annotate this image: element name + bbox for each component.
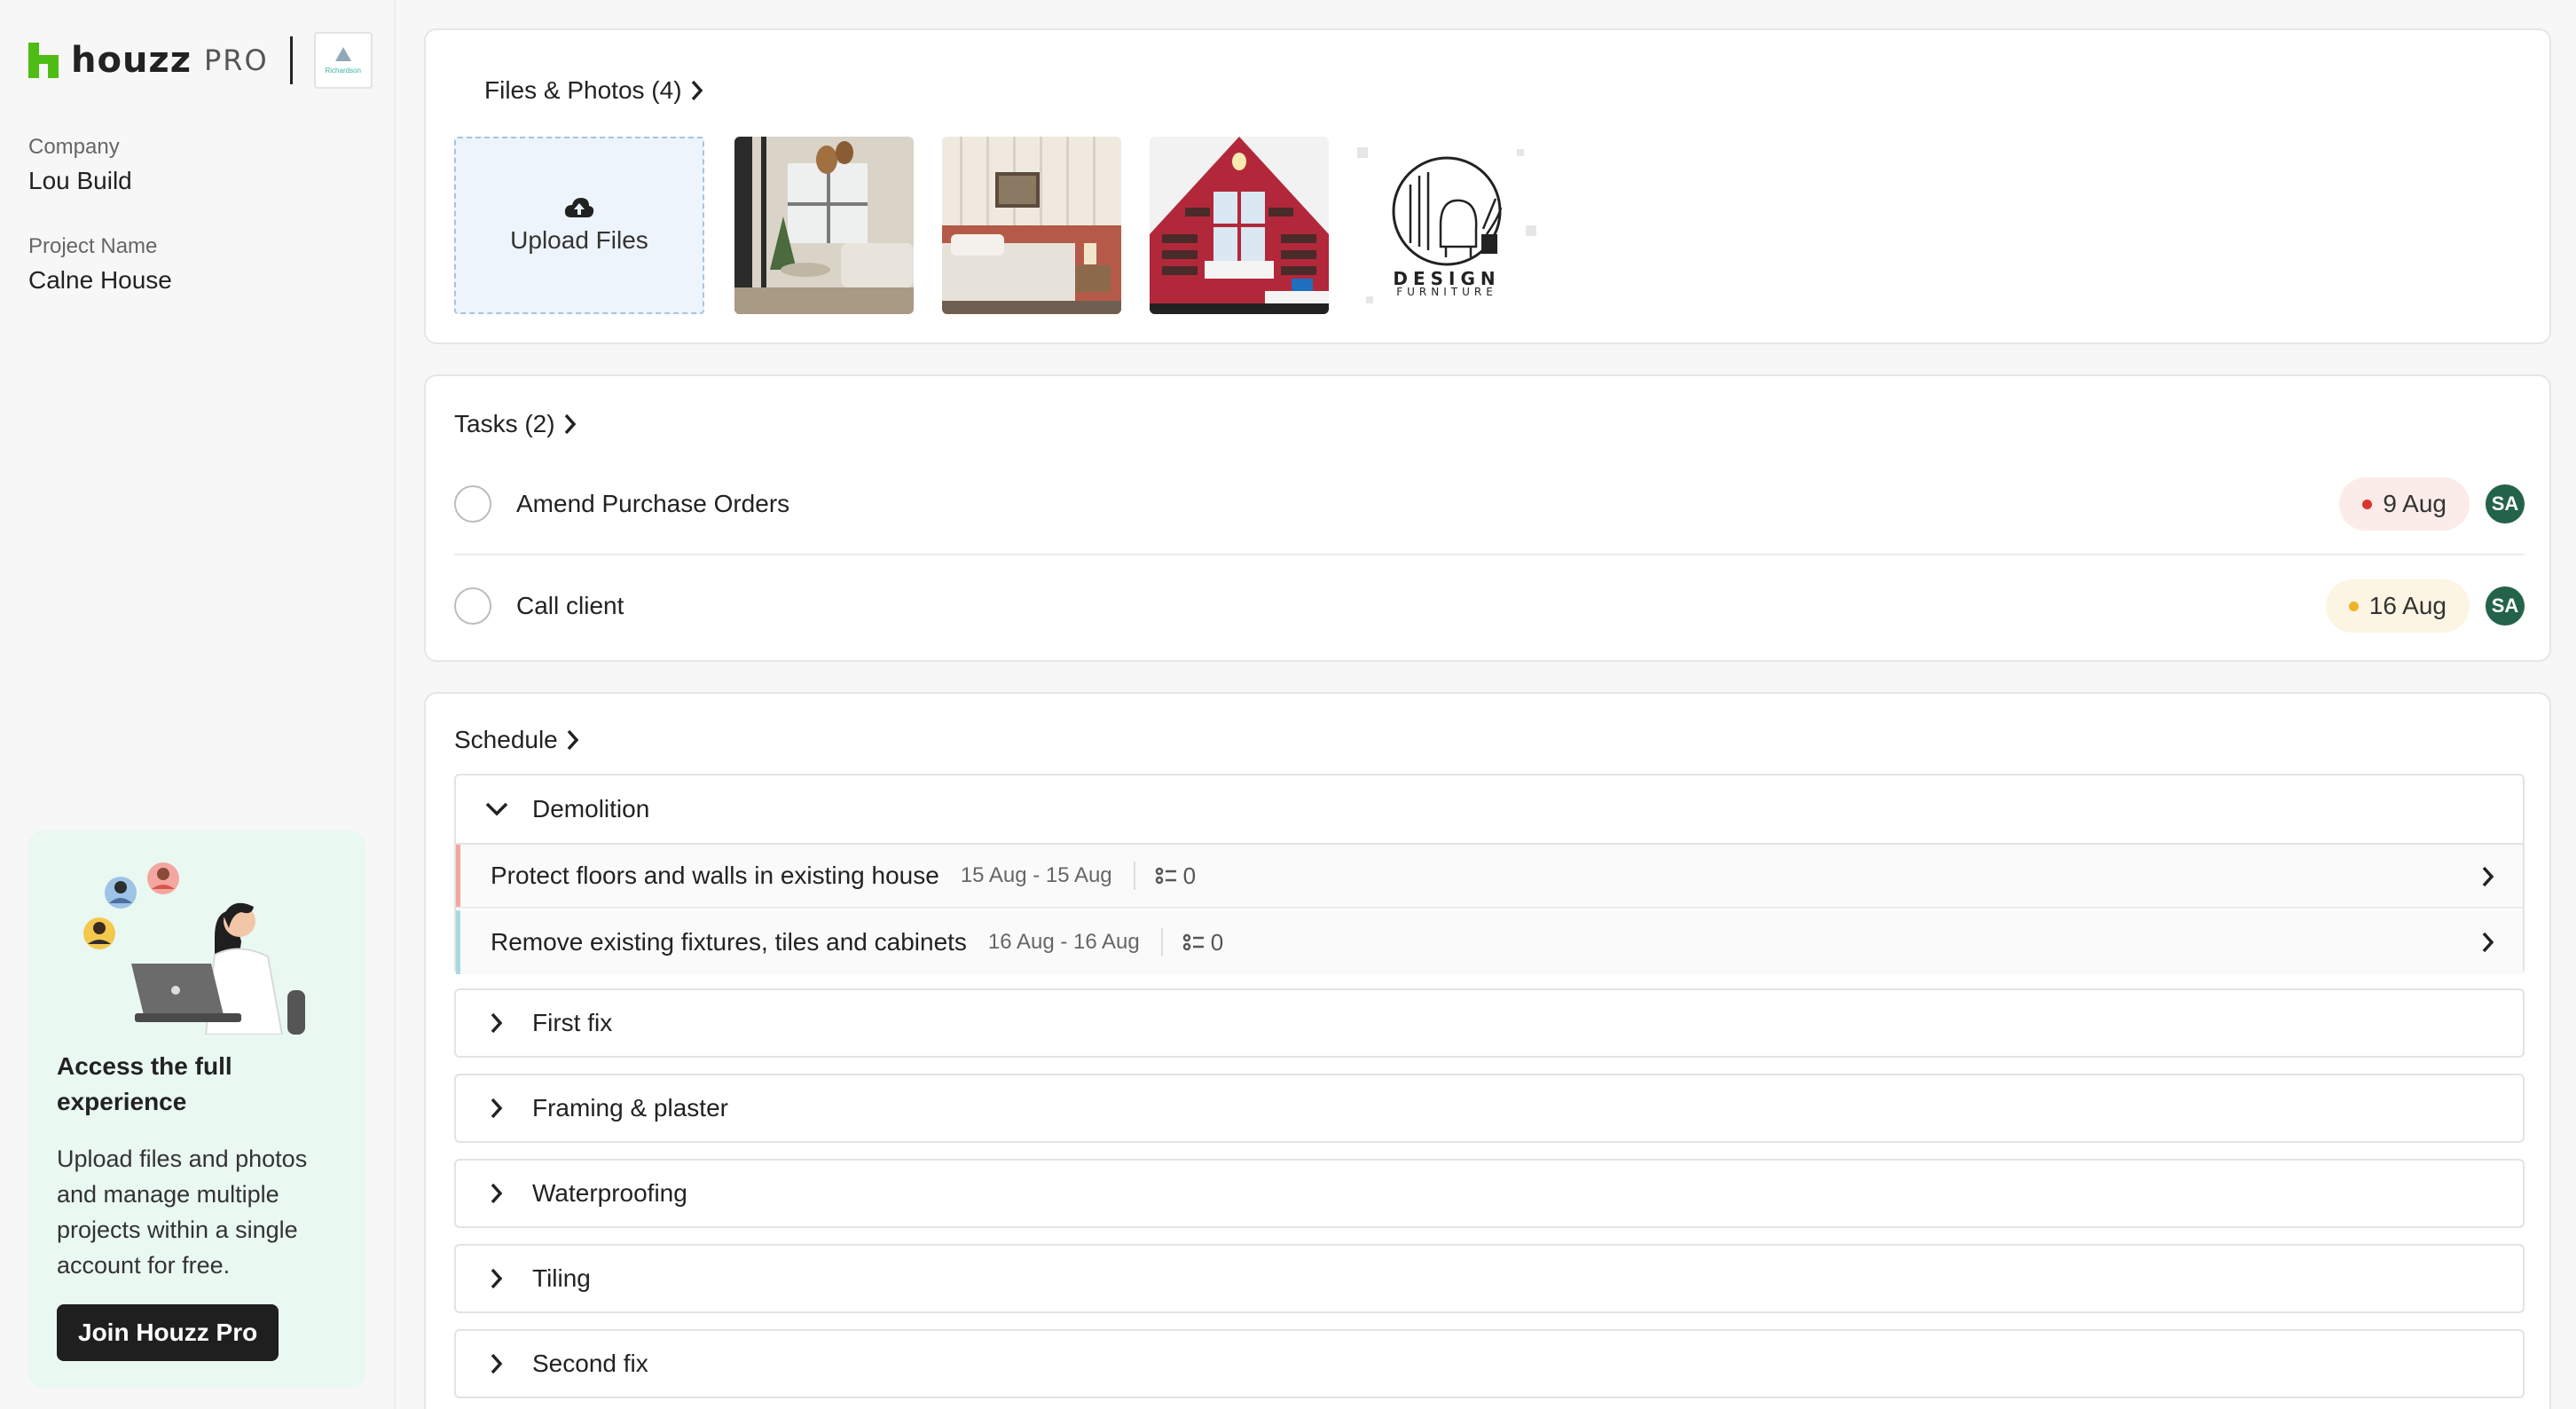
task-name[interactable]: Call client — [516, 592, 2326, 620]
task-row[interactable]: Call client 16 Aug SA — [454, 555, 2525, 657]
brand-header: houzz PRO Richardson — [28, 32, 373, 89]
tasks-header[interactable]: Tasks (2) — [454, 410, 578, 438]
logo-text-furniture: FURNITURE — [1396, 286, 1497, 298]
person-laptop-illustration-icon — [83, 862, 305, 1035]
item-divider — [1133, 862, 1135, 890]
cloud-upload-icon — [564, 198, 594, 217]
files-photos-title: Files & Photos (4) — [484, 76, 682, 104]
task-name[interactable]: Amend Purchase Orders — [516, 490, 2339, 518]
chevron-right-icon — [567, 729, 579, 751]
phase-name: Tiling — [532, 1264, 591, 1292]
sidebar: houzz PRO Richardson Company Lou Build P… — [0, 0, 396, 1409]
promo-card: Access the full experience Upload files … — [28, 830, 365, 1388]
chevron-right-icon — [491, 1353, 503, 1374]
schedule-title: Schedule — [454, 726, 558, 753]
schedule-phase-first-fix[interactable]: First fix — [454, 988, 2525, 1058]
schedule-item[interactable]: Protect floors and walls in existing hou… — [456, 845, 2523, 909]
chevron-right-icon — [564, 413, 576, 435]
task-due-date-badge: 16 Aug — [2325, 579, 2470, 633]
schedule-phase-framing-plaster[interactable]: Framing & plaster — [454, 1074, 2525, 1143]
tasks-card: Tasks (2) Amend Purchase Orders 9 Aug SA… — [424, 374, 2551, 662]
schedule-phase-second-fix[interactable]: Second fix — [454, 1329, 2525, 1398]
chevron-right-icon[interactable] — [2480, 864, 2496, 889]
promo-title: Access the full experience — [57, 1052, 232, 1115]
photo-thumbnail[interactable] — [734, 137, 914, 314]
upcoming-dot-icon — [2348, 601, 2359, 611]
checklist-icon — [1155, 867, 1176, 885]
files-photos-card: Files & Photos (4) Upload Files DESIGN F… — [424, 28, 2551, 344]
phase-name: Second fix — [532, 1350, 648, 1377]
task-row[interactable]: Amend Purchase Orders 9 Aug SA — [454, 454, 2525, 555]
schedule-phase-waterproofing[interactable]: Waterproofing — [454, 1159, 2525, 1228]
photo-thumbnail[interactable] — [1150, 137, 1329, 314]
brand-pro-label: PRO — [204, 43, 269, 77]
schedule-item-dates: 16 Aug - 16 Aug — [987, 930, 1140, 954]
client-logo-icon — [334, 46, 351, 61]
company-label: Company — [28, 135, 120, 159]
schedule-item-name: Protect floors and walls in existing hou… — [491, 862, 939, 889]
item-divider — [1160, 928, 1163, 956]
schedule-item-name: Remove existing fixtures, tiles and cabi… — [491, 928, 967, 956]
join-houzz-pro-button[interactable]: Join Houzz Pro — [57, 1304, 279, 1361]
client-logo: Richardson — [313, 32, 373, 89]
schedule-card: Schedule Demolition Protect floors and w… — [424, 692, 2551, 1409]
item-status-bar — [456, 910, 460, 974]
overdue-dot-icon — [2362, 499, 2373, 509]
subtask-count-value: 0 — [1210, 928, 1224, 956]
phase-header[interactable]: Demolition — [456, 775, 2523, 845]
chevron-right-icon — [491, 1183, 503, 1204]
schedule-item-dates: 15 Aug - 15 Aug — [960, 863, 1112, 887]
files-photos-header[interactable]: Files & Photos (4) — [484, 76, 705, 105]
assignee-avatar[interactable]: SA — [2486, 586, 2525, 626]
task-due-date: 16 Aug — [2368, 592, 2446, 619]
project-name-value: Calne House — [28, 266, 172, 294]
upload-files-label: Upload Files — [510, 226, 648, 254]
houzz-logo-icon[interactable] — [28, 43, 59, 78]
phase-name: Framing & plaster — [532, 1094, 728, 1122]
chevron-right-icon[interactable] — [2480, 930, 2496, 955]
brand-divider — [289, 36, 293, 84]
upload-files-dropzone[interactable]: Upload Files — [454, 137, 704, 314]
project-name-label: Project Name — [28, 234, 158, 258]
promo-body: Upload files and photos and manage multi… — [57, 1145, 308, 1279]
subtask-count: 0 — [1182, 929, 1223, 956]
tasks-title: Tasks (2) — [454, 410, 555, 437]
phase-name: Demolition — [532, 795, 650, 823]
subtask-count: 0 — [1155, 862, 1196, 890]
chevron-down-icon — [485, 802, 508, 816]
checklist-icon — [1182, 933, 1204, 951]
schedule-phase-tiling[interactable]: Tiling — [454, 1244, 2525, 1313]
photo-thumbnail[interactable] — [942, 137, 1121, 314]
brand-wordmark[interactable]: houzz — [71, 40, 192, 81]
company-value: Lou Build — [28, 167, 132, 194]
schedule-item[interactable]: Remove existing fixtures, tiles and cabi… — [456, 910, 2523, 974]
item-status-bar — [456, 845, 460, 907]
logo-thumbnail[interactable]: DESIGN FURNITURE — [1357, 137, 1536, 314]
task-due-date: 9 Aug — [2383, 490, 2446, 517]
phase-name: Waterproofing — [532, 1179, 687, 1207]
task-checkbox[interactable] — [454, 485, 491, 523]
client-logo-text: Richardson — [325, 66, 361, 75]
chevron-right-icon — [491, 1012, 503, 1034]
task-due-date-badge: 9 Aug — [2339, 477, 2470, 531]
chevron-right-icon — [491, 1268, 503, 1289]
subtask-count-value: 0 — [1182, 862, 1197, 889]
chevron-right-icon — [691, 80, 703, 101]
schedule-header[interactable]: Schedule — [454, 726, 581, 754]
schedule-phase-demolition: Demolition Protect floors and walls in e… — [454, 774, 2525, 974]
assignee-avatar[interactable]: SA — [2486, 484, 2525, 523]
chevron-right-icon — [491, 1098, 503, 1119]
phase-name: First fix — [532, 1009, 613, 1036]
task-checkbox[interactable] — [454, 587, 491, 625]
